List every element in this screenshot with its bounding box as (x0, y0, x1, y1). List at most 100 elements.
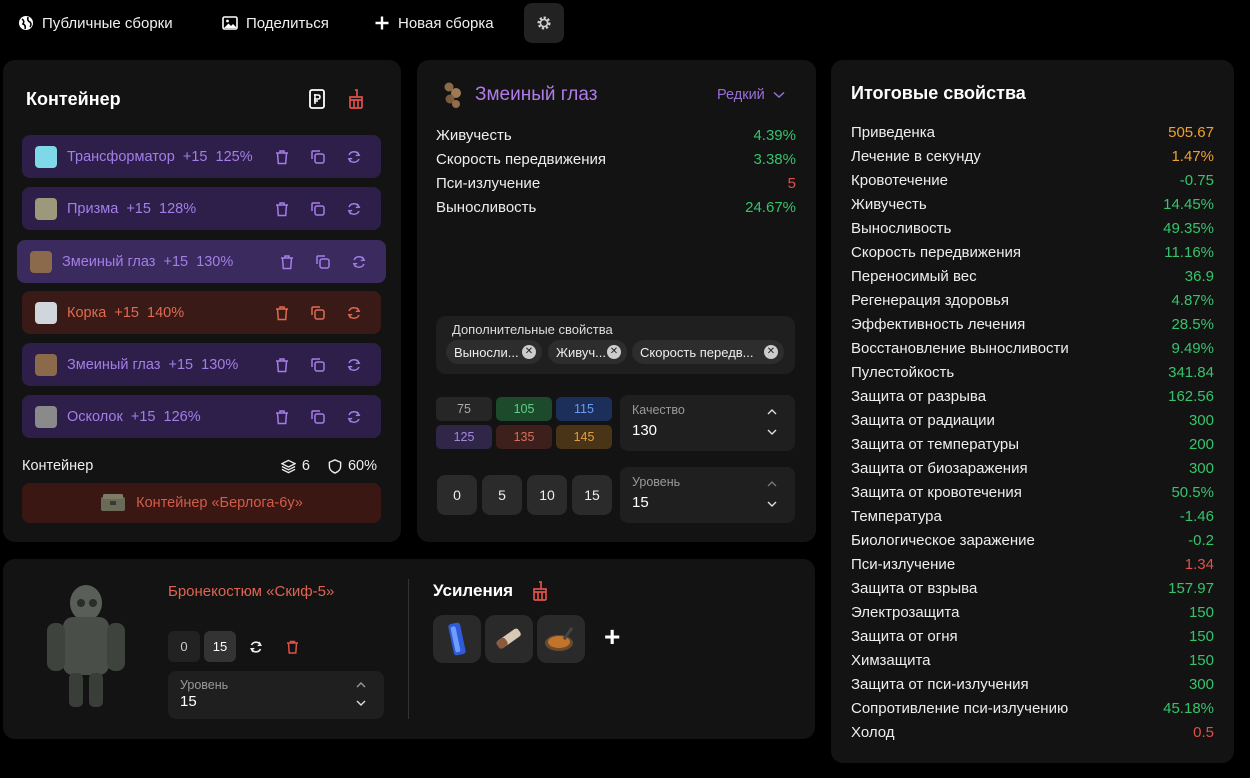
quality-preset-button[interactable]: 125 (436, 425, 492, 449)
level-preset-button[interactable]: 15 (572, 475, 612, 515)
total-property-row: Сопротивление пси-излучению 45.18% (851, 700, 1214, 717)
chevron-up-icon[interactable] (767, 480, 777, 488)
total-property-name: Защита от радиации (851, 412, 995, 429)
total-property-name: Защита от пси-излучения (851, 676, 1029, 693)
quality-preset-button[interactable]: 135 (496, 425, 552, 449)
total-property-value: 150 (1188, 652, 1214, 669)
add-boost-button[interactable]: + (604, 621, 620, 653)
close-icon[interactable]: ✕ (764, 345, 778, 359)
container-item[interactable]: Призма +15 128% (22, 187, 381, 230)
copy-icon[interactable] (309, 408, 327, 426)
slots-value: 6 (301, 458, 310, 474)
total-property-value: 36.9 (1184, 268, 1214, 285)
artifact-property: Выносливость 24.67% (436, 199, 796, 216)
level-preset-button[interactable]: 10 (527, 475, 567, 515)
item-name: Змеиный глаз (67, 356, 161, 373)
trash-icon[interactable] (273, 356, 291, 374)
container-item[interactable]: Змеиный глаз +15 130% (22, 343, 381, 386)
property-value: 24.67% (745, 199, 796, 216)
chevron-up-icon[interactable] (767, 408, 777, 416)
copy-icon[interactable] (309, 148, 327, 166)
refresh-icon[interactable] (345, 148, 363, 166)
refresh-icon[interactable] (345, 356, 363, 374)
item-quality: 140% (147, 304, 185, 321)
quality-select[interactable]: Качество 130 (620, 395, 795, 451)
quality-preset-button[interactable]: 145 (556, 425, 612, 449)
total-property-name: Выносливость (851, 220, 952, 237)
copy-icon[interactable] (309, 200, 327, 218)
public-builds-button[interactable]: Публичные сборки (18, 8, 173, 38)
item-quality: 130% (201, 356, 239, 373)
total-property-name: Живучесть (851, 196, 927, 213)
refresh-icon[interactable] (345, 408, 363, 426)
level-label: Уровень (632, 475, 681, 489)
container-item[interactable]: Трансформатор +15 125% (22, 135, 381, 178)
trash-icon[interactable] (273, 304, 291, 322)
refresh-icon[interactable] (249, 640, 263, 654)
boost-slot-2[interactable] (485, 615, 533, 663)
total-property-row: Переносимый вес 36.9 (851, 268, 1214, 285)
level-preset-button[interactable]: 0 (437, 475, 477, 515)
copy-icon[interactable] (309, 356, 327, 374)
boost-slot-1[interactable] (433, 615, 481, 663)
container-item[interactable]: Змеиный глаз +15 130% (17, 240, 386, 283)
share-button[interactable]: Поделиться (222, 8, 329, 38)
total-property-value: -0.2 (1188, 532, 1214, 549)
extra-property-chip[interactable]: Живуч... ✕ (548, 340, 627, 364)
broom-icon[interactable] (529, 580, 551, 602)
total-property-row: Защита от биозаражения 300 (851, 460, 1214, 477)
total-property-value: 150 (1188, 604, 1214, 621)
total-property-name: Скорость передвижения (851, 244, 1022, 261)
refresh-icon[interactable] (345, 200, 363, 218)
total-property-name: Приведенка (851, 124, 935, 141)
food-pan-icon (545, 626, 574, 651)
protection-value: 60% (347, 458, 377, 474)
boost-slot-3[interactable] (537, 615, 585, 663)
copy-icon[interactable] (309, 304, 327, 322)
chip-label: Живуч... (556, 344, 606, 360)
refresh-icon[interactable] (350, 253, 368, 271)
chevron-down-icon[interactable] (356, 699, 366, 707)
trash-icon[interactable] (273, 408, 291, 426)
document-icon[interactable] (306, 88, 328, 110)
gear-icon (537, 16, 551, 30)
copy-icon[interactable] (314, 253, 332, 271)
rarity-dropdown[interactable]: Редкий (717, 87, 785, 103)
container-item[interactable]: Корка +15 140% (22, 291, 381, 334)
trash-icon[interactable] (273, 200, 291, 218)
broom-icon[interactable] (345, 88, 367, 110)
quality-preset-button[interactable]: 75 (436, 397, 492, 421)
total-property-row: Лечение в секунду 1.47% (851, 148, 1214, 165)
new-build-label: Новая сборка (398, 14, 494, 32)
chevron-down-icon[interactable] (767, 428, 777, 436)
trash-icon[interactable] (286, 640, 299, 654)
armor-level-max-button[interactable]: 15 (204, 631, 236, 662)
refresh-icon[interactable] (345, 304, 363, 322)
chevron-up-icon[interactable] (356, 681, 366, 689)
quality-preset-button[interactable]: 105 (496, 397, 552, 421)
close-icon[interactable]: ✕ (607, 345, 621, 359)
armor-level-min-button[interactable]: 0 (168, 631, 200, 662)
chevron-down-icon[interactable] (767, 500, 777, 508)
extra-property-chip[interactable]: Скорость передв... ✕ (632, 340, 784, 364)
snake-eye-artifact-icon (444, 82, 461, 108)
container-select-button[interactable]: Контейнер «Берлога-6у» (22, 483, 381, 523)
property-name: Выносливость (436, 199, 537, 216)
close-icon[interactable]: ✕ (522, 345, 536, 359)
trash-icon[interactable] (278, 253, 296, 271)
trash-icon[interactable] (273, 148, 291, 166)
armor-level-select[interactable]: Уровень 15 (168, 671, 384, 719)
container-item[interactable]: Осколок +15 126% (22, 395, 381, 438)
level-select[interactable]: Уровень 15 (620, 467, 795, 523)
new-build-button[interactable]: Новая сборка (374, 8, 494, 38)
item-quality: 126% (163, 408, 201, 425)
extra-property-chip[interactable]: Выносли... ✕ (446, 340, 542, 364)
top-nav: Публичные сборки Поделиться Новая сборка (0, 0, 1250, 46)
property-value: 4.39% (753, 127, 796, 144)
item-quality: 128% (159, 200, 197, 217)
settings-button[interactable] (524, 3, 564, 43)
slots-stat: 6 (280, 458, 310, 474)
total-property-name: Защита от кровотечения (851, 484, 1022, 501)
level-preset-button[interactable]: 5 (482, 475, 522, 515)
quality-preset-button[interactable]: 115 (556, 397, 612, 421)
